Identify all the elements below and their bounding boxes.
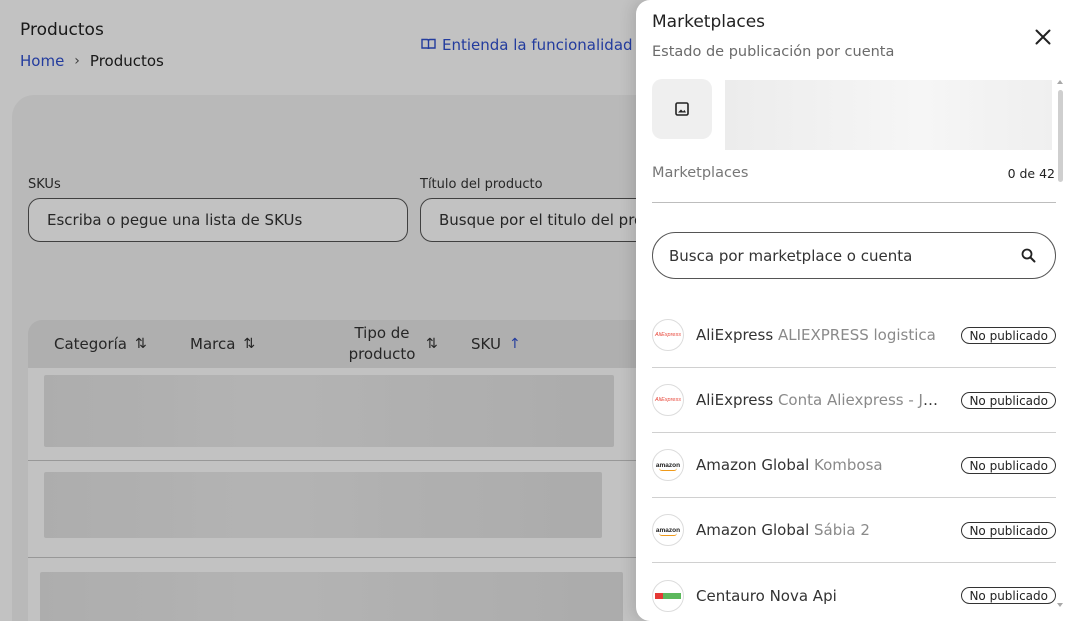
search-icon[interactable]	[1019, 247, 1037, 265]
marketplace-label: Amazon Global Kombosa	[696, 456, 941, 474]
logo-text: amazon	[655, 526, 681, 536]
product-info-skeleton	[725, 80, 1052, 150]
marketplace-name: Amazon Global	[696, 521, 810, 539]
close-icon	[1035, 29, 1051, 45]
list-item[interactable]: AliExpress AliExpress ALIEXPRESS logisti…	[652, 303, 1056, 368]
search-placeholder: Busca por marketplace o cuenta	[669, 246, 913, 265]
list-item[interactable]: amazon Amazon Global Sábia 2 No publicad…	[652, 498, 1056, 563]
status-badge: No publicado	[961, 587, 1056, 604]
marketplace-label: Centauro Nova Api	[696, 587, 941, 605]
marketplaces-count-label: Marketplaces	[652, 165, 749, 181]
close-button[interactable]	[1031, 25, 1055, 49]
status-badge: No publicado	[961, 522, 1056, 539]
marketplace-label: AliExpress Conta Aliexpress - Jo...	[696, 391, 941, 409]
account-name: Kombosa	[814, 456, 883, 474]
status-badge: No publicado	[961, 327, 1056, 344]
aliexpress-logo: AliExpress	[652, 319, 684, 351]
account-name: Sábia 2	[814, 521, 870, 539]
marketplace-list: AliExpress AliExpress ALIEXPRESS logisti…	[652, 303, 1056, 621]
logo-graphic	[655, 592, 681, 599]
marketplaces-drawer: Marketplaces Estado de publicación por c…	[636, 0, 1081, 621]
centauro-logo	[652, 579, 684, 612]
logo-text: AliExpress	[655, 332, 681, 338]
marketplace-label: Amazon Global Sábia 2	[696, 521, 941, 539]
scroll-up-arrow-icon[interactable]	[1057, 80, 1063, 84]
scroll-down-arrow-icon[interactable]	[1057, 603, 1063, 607]
scrollbar[interactable]	[1058, 90, 1063, 182]
logo-text: amazon	[655, 461, 681, 471]
marketplace-search-input[interactable]: Busca por marketplace o cuenta	[652, 232, 1056, 279]
list-item[interactable]: Centauro Nova Api No publicado	[652, 563, 1056, 621]
divider	[652, 202, 1056, 203]
product-thumbnail	[652, 79, 712, 139]
marketplaces-count-value: 0 de 42	[1007, 166, 1055, 181]
account-name: Conta Aliexpress - Jo...	[777, 391, 941, 409]
status-badge: No publicado	[961, 457, 1056, 474]
logo-text: AliExpress	[655, 397, 681, 403]
drawer-subtitle: Estado de publicación por cuenta	[652, 44, 895, 60]
status-badge: No publicado	[961, 392, 1056, 409]
list-item[interactable]: amazon Amazon Global Kombosa No publicad…	[652, 433, 1056, 498]
amazon-logo: amazon	[652, 514, 684, 546]
aliexpress-logo: AliExpress	[652, 384, 684, 416]
amazon-logo: amazon	[652, 449, 684, 481]
image-icon	[675, 102, 689, 116]
marketplace-name: Centauro Nova Api	[696, 586, 837, 605]
account-name: ALIEXPRESS logistica	[777, 326, 936, 344]
marketplace-name: AliExpress	[696, 326, 774, 344]
list-item[interactable]: AliExpress AliExpress Conta Aliexpress -…	[652, 368, 1056, 433]
drawer-title: Marketplaces	[652, 12, 766, 32]
marketplace-label: AliExpress ALIEXPRESS logistica	[696, 326, 941, 344]
marketplace-name: Amazon Global	[696, 456, 810, 474]
marketplace-name: AliExpress	[696, 391, 774, 409]
